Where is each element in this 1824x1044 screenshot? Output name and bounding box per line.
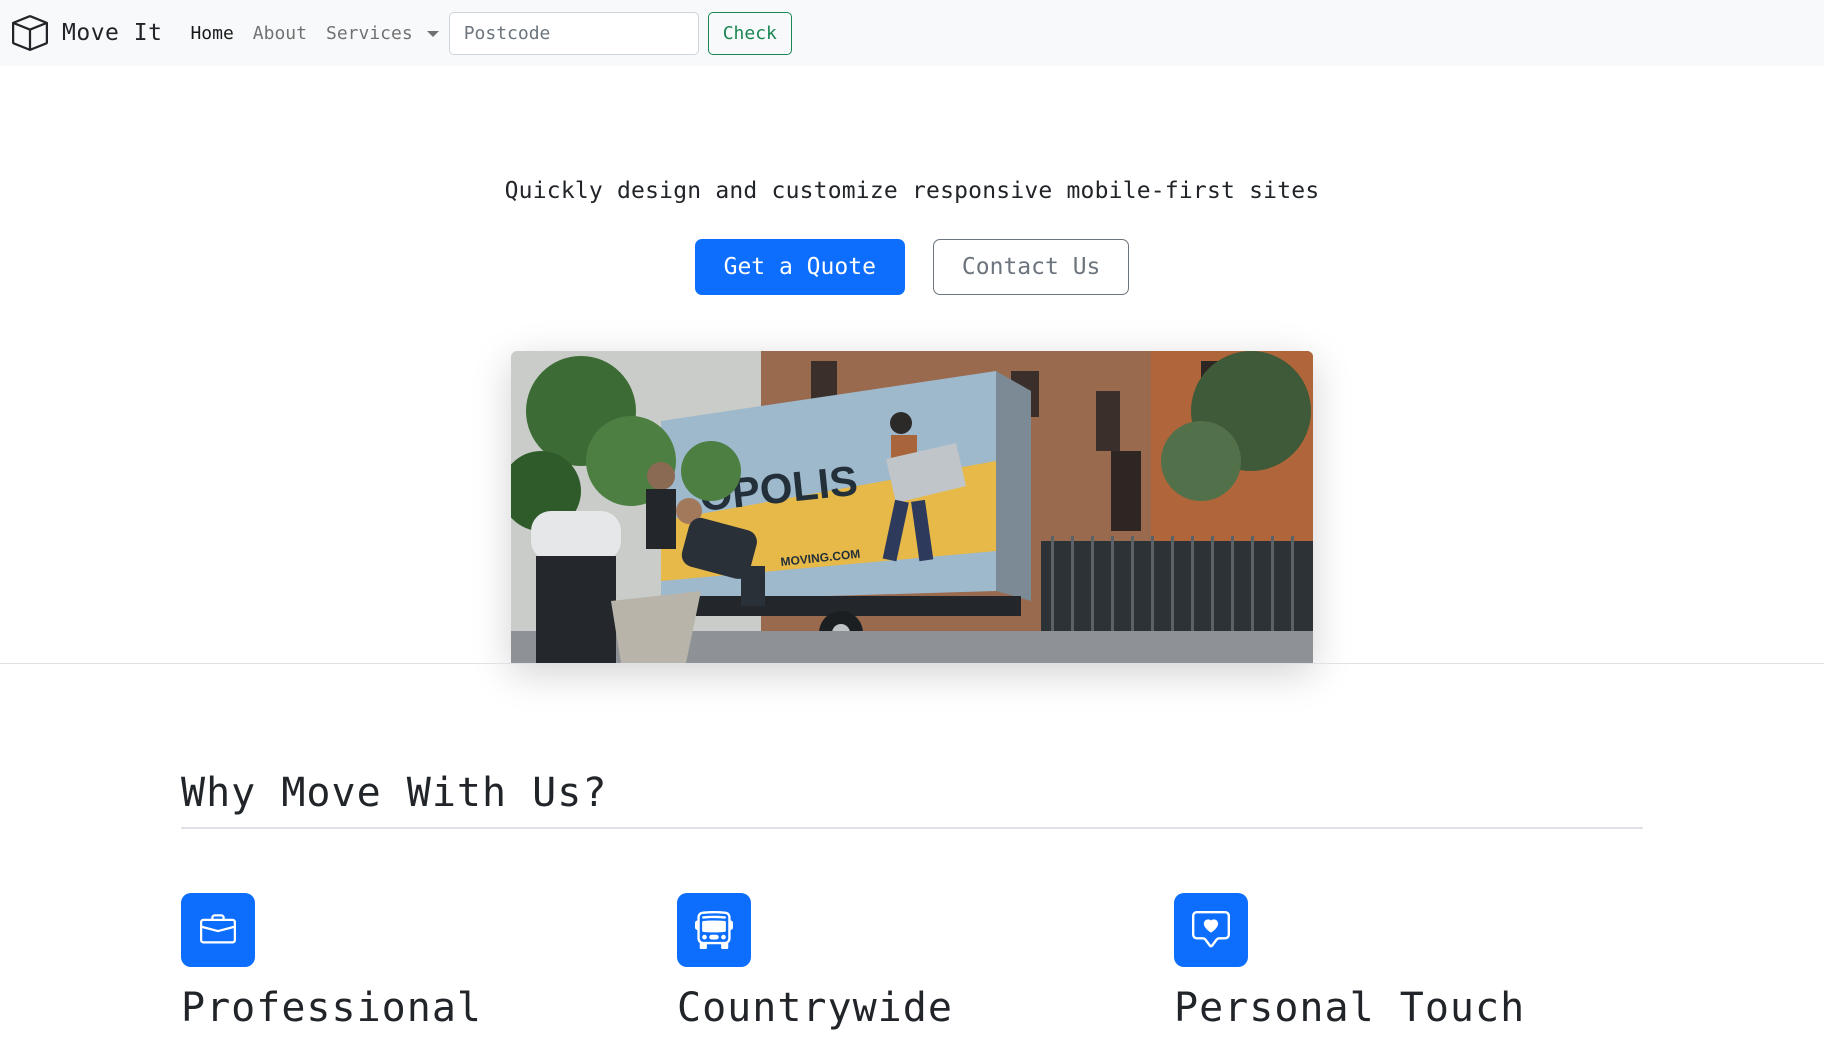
nav-home[interactable]: Home	[190, 23, 233, 44]
feature-professional: Professional	[181, 893, 581, 1031]
postcode-input[interactable]	[448, 11, 699, 55]
chat-heart-icon	[1174, 893, 1248, 967]
feature-personal-touch: Personal Touch	[1174, 893, 1574, 1031]
nav-services-dropdown[interactable]: Services	[326, 23, 439, 44]
nav-about[interactable]: About	[253, 23, 307, 44]
contact-us-button[interactable]: Contact Us	[932, 239, 1130, 295]
bus-icon	[677, 893, 751, 967]
hero-image: OPOLIS MOVING.COM	[511, 351, 1313, 663]
feature-title: Personal Touch	[1174, 985, 1526, 1031]
check-button[interactable]: Check	[707, 11, 792, 55]
hero-divider	[0, 663, 1824, 664]
features-divider	[181, 827, 1643, 829]
feature-title: Professional	[181, 985, 482, 1031]
hero-lead: Quickly design and customize responsive …	[504, 178, 1320, 204]
nav-services[interactable]: Services	[326, 23, 413, 44]
postcode-form: Check	[448, 11, 792, 55]
nav-links: Home About Services Check	[190, 11, 792, 55]
feature-title: Countrywide	[677, 985, 953, 1031]
feature-countrywide: Countrywide	[677, 893, 1077, 1031]
features-title: Why Move With Us?	[181, 770, 608, 816]
briefcase-icon	[181, 893, 255, 967]
box-icon	[12, 15, 48, 51]
brand-link[interactable]: Move It	[12, 15, 162, 51]
get-quote-button[interactable]: Get a Quote	[694, 239, 905, 295]
brand-name: Move It	[62, 20, 163, 46]
navbar: Move It Home About Services Check	[0, 0, 1824, 66]
caret-down-icon	[426, 31, 439, 37]
hero-buttons: Get a Quote Contact Us	[0, 239, 1824, 295]
